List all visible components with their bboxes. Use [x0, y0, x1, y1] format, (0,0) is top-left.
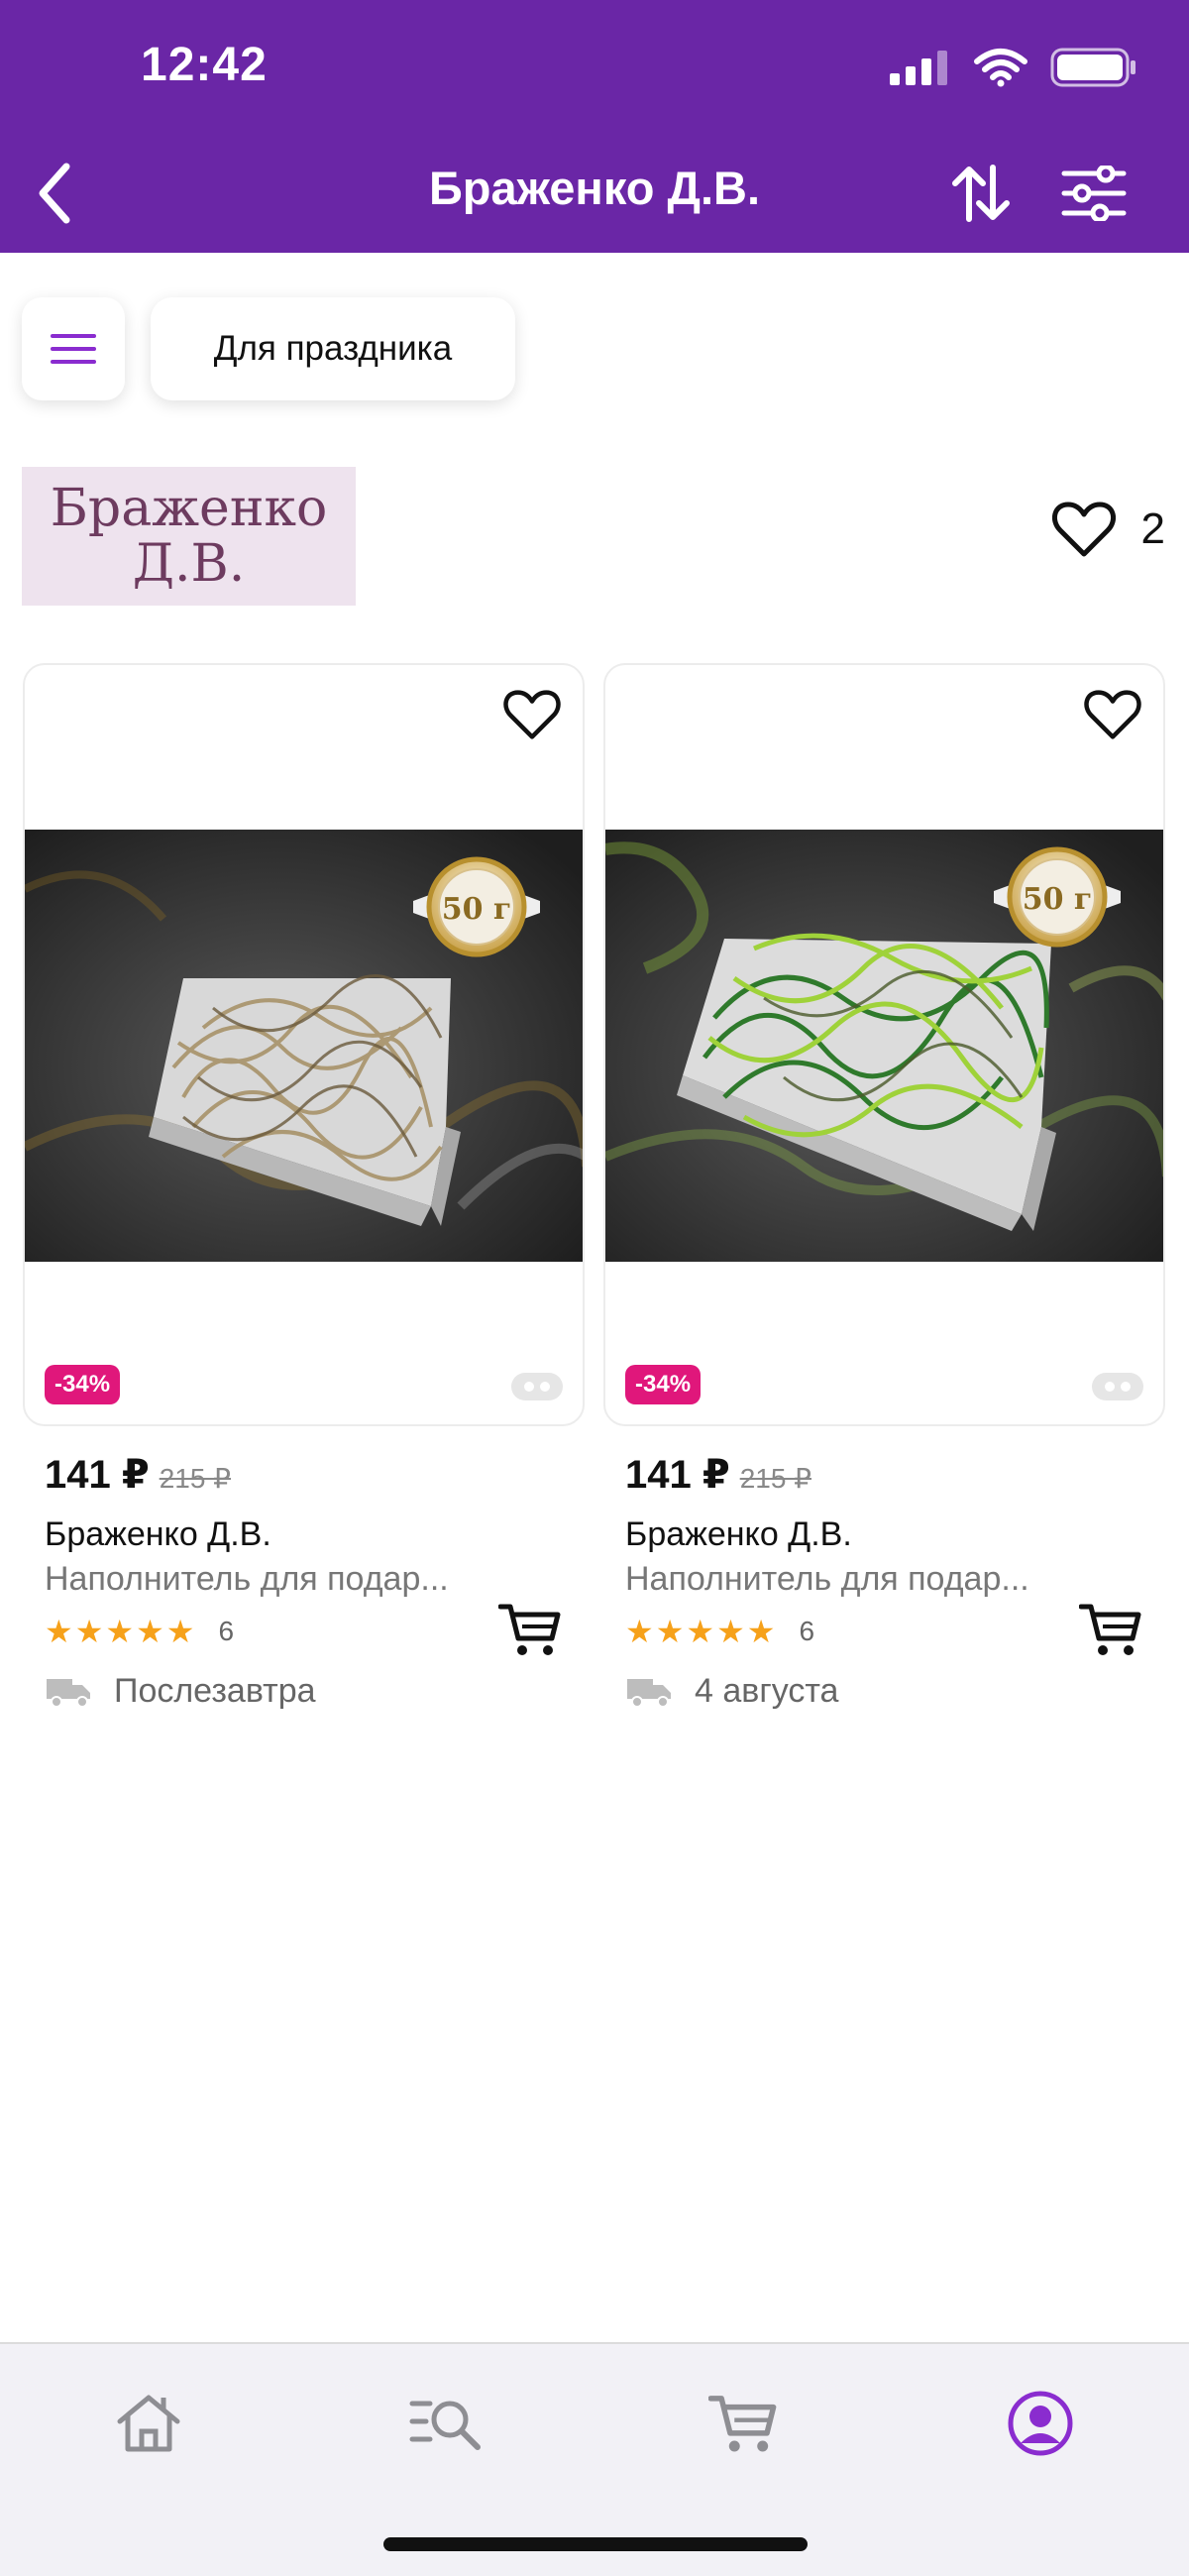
seller-favorites-count: 2 — [1140, 504, 1165, 553]
seller-logo-line1: Браженко — [50, 479, 328, 538]
delivery-date: 4 августа — [695, 1672, 839, 1710]
status-icons — [890, 48, 1137, 87]
delivery-truck-icon — [47, 1678, 90, 1708]
price-row: 141 ₽ 215 ₽ — [625, 1452, 1160, 1498]
filter-chip-holiday[interactable]: Для праздника — [151, 297, 515, 400]
app-header: 12:42 Браженко Д.В. — [0, 0, 1189, 253]
brand-name: Браженко Д.В. — [625, 1515, 852, 1553]
cart-icon — [1079, 1604, 1141, 1655]
tab-home[interactable] — [104, 2384, 193, 2463]
favorite-button[interactable] — [1084, 689, 1141, 745]
profile-icon — [1008, 2391, 1073, 2456]
product-info[interactable]: 141 ₽ 215 ₽ Браженко Д.В. Наполнитель дл… — [625, 1452, 1160, 1711]
heart-icon — [1084, 690, 1141, 739]
hamburger-icon — [51, 334, 96, 364]
catalog-search-icon — [409, 2401, 481, 2450]
seller-logo[interactable]: Браженко Д.В. — [22, 467, 356, 606]
cart-icon — [498, 1604, 561, 1655]
price-row: 141 ₽ 215 ₽ — [45, 1452, 580, 1498]
add-to-cart-button[interactable] — [495, 1598, 565, 1661]
cart-icon — [708, 2396, 777, 2452]
old-price: 215 ₽ — [739, 1463, 811, 1494]
product-name: Наполнитель для подар... — [45, 1560, 449, 1598]
tab-cart[interactable] — [699, 2384, 788, 2463]
tab-catalog[interactable] — [401, 2384, 490, 2463]
status-time: 12:42 — [141, 39, 268, 91]
filter-button[interactable] — [1058, 159, 1130, 228]
seller-favorite[interactable]: 2 — [1051, 501, 1165, 558]
home-icon — [117, 2395, 180, 2452]
delivery-truck-icon — [627, 1678, 671, 1708]
image-pagination-indicator — [511, 1373, 563, 1400]
star-rating-icons: ★★★★★ — [625, 1614, 778, 1649]
product-name: Наполнитель для подар... — [625, 1560, 1029, 1598]
seller-logo-line2: Д.В. — [132, 534, 246, 594]
add-to-cart-button[interactable] — [1076, 1598, 1145, 1661]
old-price: 215 ₽ — [159, 1463, 231, 1494]
cellular-signal-icon — [890, 51, 947, 85]
reviews-count: 6 — [218, 1616, 235, 1646]
product-card[interactable]: 50 г -34% — [603, 663, 1165, 1426]
brand-name: Браженко Д.В. — [45, 1515, 271, 1553]
wifi-icon — [974, 49, 1027, 87]
reviews-count: 6 — [799, 1616, 815, 1646]
price: 141 ₽ — [625, 1453, 730, 1497]
sort-arrows-icon — [952, 165, 1010, 222]
sort-button[interactable] — [946, 159, 1016, 228]
favorite-button[interactable] — [503, 689, 561, 745]
delivery-row: 4 августа — [625, 1672, 1160, 1711]
product-info[interactable]: 141 ₽ 215 ₽ Браженко Д.В. Наполнитель дл… — [45, 1452, 580, 1711]
heart-icon — [503, 690, 561, 739]
weight-badge: 50 г — [442, 892, 512, 927]
battery-icon — [1050, 48, 1135, 87]
image-pagination-indicator — [1092, 1373, 1143, 1400]
weight-badge: 50 г — [1023, 882, 1093, 917]
product-image[interactable]: 50 г — [605, 830, 1163, 1262]
product-photo-beige-filler: 50 г — [25, 830, 583, 1262]
price: 141 ₽ — [45, 1453, 150, 1497]
discount-badge: -34% — [45, 1365, 121, 1404]
product-card[interactable]: 50 г -34% — [23, 663, 585, 1426]
delivery-row: Послезавтра — [45, 1672, 580, 1711]
sliders-icon — [1061, 166, 1127, 221]
product-photo-green-filler: 50 г — [605, 830, 1163, 1262]
delivery-date: Послезавтра — [114, 1672, 316, 1710]
product-image[interactable]: 50 г — [25, 830, 583, 1262]
categories-menu-button[interactable] — [22, 297, 125, 400]
home-indicator — [383, 2537, 808, 2551]
tab-profile[interactable] — [996, 2384, 1085, 2463]
discount-badge: -34% — [625, 1365, 702, 1404]
heart-icon — [1051, 502, 1116, 557]
star-rating-icons: ★★★★★ — [45, 1614, 197, 1649]
